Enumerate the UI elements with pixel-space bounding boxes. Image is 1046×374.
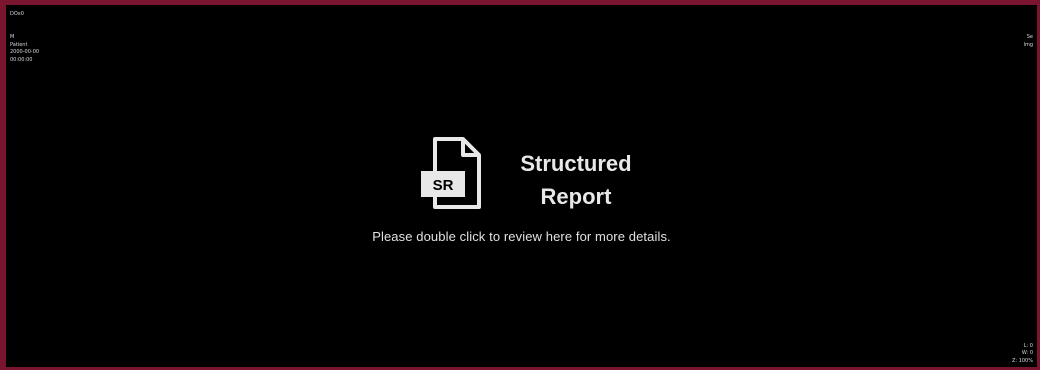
report-title: Structured Report	[520, 151, 632, 209]
report-viewport[interactable]: DOx0 M Patient 2000-00-00 00:00:00 Se Im…	[0, 0, 1040, 370]
series-info-overlay: Se Img	[1023, 34, 1033, 49]
patient-info-line: 2000-00-00	[10, 49, 40, 55]
window-level-line: W: 0	[1021, 350, 1033, 356]
sr-document-icon: SR	[421, 137, 481, 209]
review-hint: Please double click to review here for m…	[372, 229, 671, 244]
series-info-line: Se	[1026, 34, 1033, 40]
window-level-overlay: L: 0 W: 0 Z: 100%	[1012, 343, 1033, 366]
patient-info-line: M	[10, 34, 15, 40]
report-placeholder[interactable]: SR Structured Report Please double click …	[6, 133, 1037, 253]
patient-info-line: Patient	[10, 41, 28, 48]
window-level-line: L: 0	[1023, 342, 1033, 349]
series-info-line: Img	[1023, 41, 1033, 48]
patient-info-overlay: M Patient 2000-00-00 00:00:00	[10, 34, 39, 64]
report-header: SR Structured Report	[415, 133, 645, 213]
window-level-line: Z: 100%	[1012, 357, 1033, 364]
viewport-label: DOx0	[10, 11, 24, 17]
sr-icon-label: SR	[433, 177, 454, 194]
patient-info-line: 00:00:00	[10, 56, 33, 63]
